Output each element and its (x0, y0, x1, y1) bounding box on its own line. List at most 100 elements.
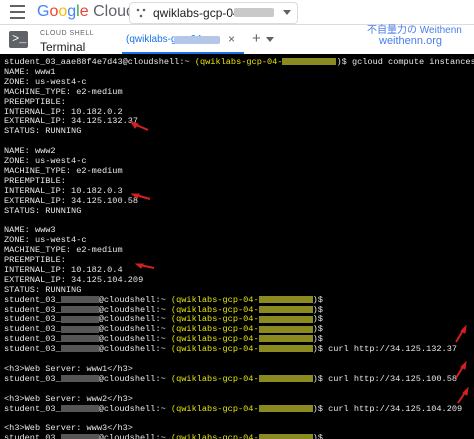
prompt-host: @cloudshell:~ (98, 433, 171, 439)
prompt-project: (qwiklabs-gcp-04- (170, 403, 259, 414)
prompt-command: )$ (312, 334, 323, 345)
terminal-output-line: NAME: www2 (4, 146, 56, 157)
terminal-prompt-line: student_03_ @cloudshell:~ (qwiklabs-gcp-0… (4, 305, 323, 315)
terminal-icon: >_ (9, 31, 28, 48)
terminal-output-line: EXTERNAL_IP: 34.125.132.37 (4, 116, 139, 127)
redacted-project-id (258, 404, 313, 412)
prompt-user: student_03_ (4, 294, 61, 305)
project-name: qwiklabs-gcp-04- (153, 6, 244, 20)
terminal-output-line: MACHINE_TYPE: e2-medium (4, 86, 123, 97)
cloud-shell-label: CLOUD SHELL (40, 30, 95, 37)
prompt-command: )$ curl http://34.125.104.209 (312, 403, 463, 414)
redacted-user-id (60, 404, 99, 412)
terminal-output-line: <h3>Web Server: www3</h3> (4, 423, 133, 434)
terminal-prompt-line: student_03_ @cloudshell:~ (qwiklabs-gcp-0… (4, 433, 323, 439)
terminal-output-line: MACHINE_TYPE: e2-medium (4, 165, 123, 176)
watermark-title: 不自量力の Weithenn (367, 25, 462, 36)
terminal-output-line: <h3>Web Server: www1</h3> (4, 363, 133, 374)
redacted-project-id (258, 305, 313, 313)
prompt-user: student_03_ (4, 373, 61, 384)
prompt-command: )$ curl http://34.125.132.37 (312, 344, 458, 355)
project-selector[interactable]: qwiklabs-gcp-04- (129, 2, 298, 24)
prompt-project: (qwiklabs-gcp-04- (170, 433, 259, 439)
watermark-url: weithenn.org (379, 35, 442, 47)
redacted-project-id (258, 434, 313, 439)
terminal-output-line: PREEMPTIBLE: (4, 255, 66, 265)
redacted-user-id (60, 325, 99, 333)
prompt-command: )$ gcloud compute instances list (336, 57, 474, 67)
terminal-output-line: NAME: www3 (4, 225, 56, 236)
redacted-user-id (60, 434, 99, 439)
redacted-project-id (174, 36, 220, 44)
terminal-prompt-line: student_03_ @cloudshell:~ (qwiklabs-gcp-0… (4, 404, 462, 414)
prompt-host: @cloudshell:~ (98, 314, 171, 325)
prompt-project: (qwiklabs-gcp-04- (194, 57, 283, 67)
terminal-output-line: PREEMPTIBLE: (4, 96, 66, 107)
prompt-host: @cloudshell:~ (98, 334, 171, 345)
terminal-output[interactable]: student_03_aae88f4e7d43@cloudshell:~ (qw… (0, 55, 474, 439)
terminal-prompt-line: student_03_ @cloudshell:~ (qwiklabs-gcp-0… (4, 344, 457, 354)
prompt-host: @cloudshell:~ (98, 304, 171, 315)
terminal-output-line: <h3>Web Server: www2</h3> (4, 393, 133, 404)
prompt-user: student_03_ (4, 324, 61, 335)
redacted-user-id (60, 335, 99, 343)
terminal-prompt-line: student_03_ @cloudshell:~ (qwiklabs-gcp-0… (4, 324, 323, 334)
redacted-user-id (60, 315, 99, 323)
project-icon (136, 8, 146, 18)
prompt-command: )$ curl http://34.125.100.58 (312, 373, 458, 384)
terminal-title: Terminal (40, 40, 86, 54)
redacted-user-id (60, 345, 99, 353)
prompt-project: (qwiklabs-gcp-04- (170, 344, 259, 355)
terminal-prompt-line: student_03_ @cloudshell:~ (qwiklabs-gcp-0… (4, 295, 323, 305)
prompt-user: student_03_ (4, 304, 61, 315)
terminal-output-line: STATUS: RUNNING (4, 284, 82, 295)
prompt-user: student_03_ (4, 433, 61, 439)
prompt-host: @cloudshell:~ (98, 294, 171, 305)
terminal-prompt-line: student_03_aae88f4e7d43@cloudshell:~ (qw… (4, 57, 474, 67)
terminal-output-line: STATUS: RUNNING (4, 126, 82, 137)
redacted-project-id (258, 335, 313, 343)
redacted-project-id (258, 295, 313, 303)
terminal-output-line: PREEMPTIBLE: (4, 175, 66, 186)
prompt-user: student_03_ (4, 314, 61, 325)
prompt-command: )$ (312, 324, 323, 335)
prompt-host: @cloudshell:~ (98, 403, 171, 414)
redacted-project-id (258, 345, 313, 353)
redacted-project-id (258, 325, 313, 333)
terminal-output-line: ZONE: us-west4-c (4, 156, 87, 166)
terminal-prompt-line: student_03_ @cloudshell:~ (qwiklabs-gcp-0… (4, 374, 457, 384)
redacted-project-id (234, 8, 274, 17)
prompt-project: (qwiklabs-gcp-04- (170, 324, 259, 335)
prompt-command: )$ (312, 433, 323, 439)
chevron-down-icon (283, 10, 291, 15)
hamburger-menu-icon[interactable] (10, 5, 25, 19)
redacted-user-id (60, 375, 99, 383)
terminal-prompt-line: student_03_ @cloudshell:~ (qwiklabs-gcp-0… (4, 314, 323, 324)
terminal-output-line: ZONE: us-west4-c (4, 235, 87, 246)
redacted-project-id (258, 375, 313, 383)
prompt-project: (qwiklabs-gcp-04- (170, 304, 259, 315)
add-tab-button[interactable]: + (252, 31, 261, 46)
redacted-project-id (258, 315, 313, 323)
terminal-tab[interactable]: (qwiklabs-gcp-04- × (122, 30, 244, 54)
terminal-output-line: MACHINE_TYPE: e2-medium (4, 245, 123, 256)
google-cloud-logo[interactable]: Google Cloud (37, 3, 135, 21)
prompt-project: (qwiklabs-gcp-04- (170, 334, 259, 345)
chevron-down-icon[interactable] (266, 37, 274, 42)
terminal-output-line: EXTERNAL_IP: 34.125.104.209 (4, 274, 144, 285)
terminal-output-line: NAME: www1 (4, 66, 56, 77)
close-tab-icon[interactable]: × (228, 32, 235, 46)
prompt-command: )$ (312, 314, 323, 325)
terminal-output-line: ZONE: us-west4-c (4, 76, 87, 87)
redacted-project-id (282, 58, 337, 66)
redacted-user-id (60, 305, 99, 313)
terminal-output-line: EXTERNAL_IP: 34.125.100.58 (4, 195, 139, 206)
terminal-output-line: INTERNAL_IP: 10.182.0.3 (4, 185, 123, 196)
terminal-output-line: INTERNAL_IP: 10.182.0.4 (4, 264, 123, 275)
terminal-prompt-line: student_03_ @cloudshell:~ (qwiklabs-gcp-0… (4, 334, 323, 344)
prompt-project: (qwiklabs-gcp-04- (170, 373, 259, 384)
prompt-project: (qwiklabs-gcp-04- (170, 314, 259, 325)
prompt-user: student_03_ (4, 403, 61, 414)
redacted-user-id (60, 295, 99, 303)
terminal-output-line: STATUS: RUNNING (4, 205, 82, 216)
